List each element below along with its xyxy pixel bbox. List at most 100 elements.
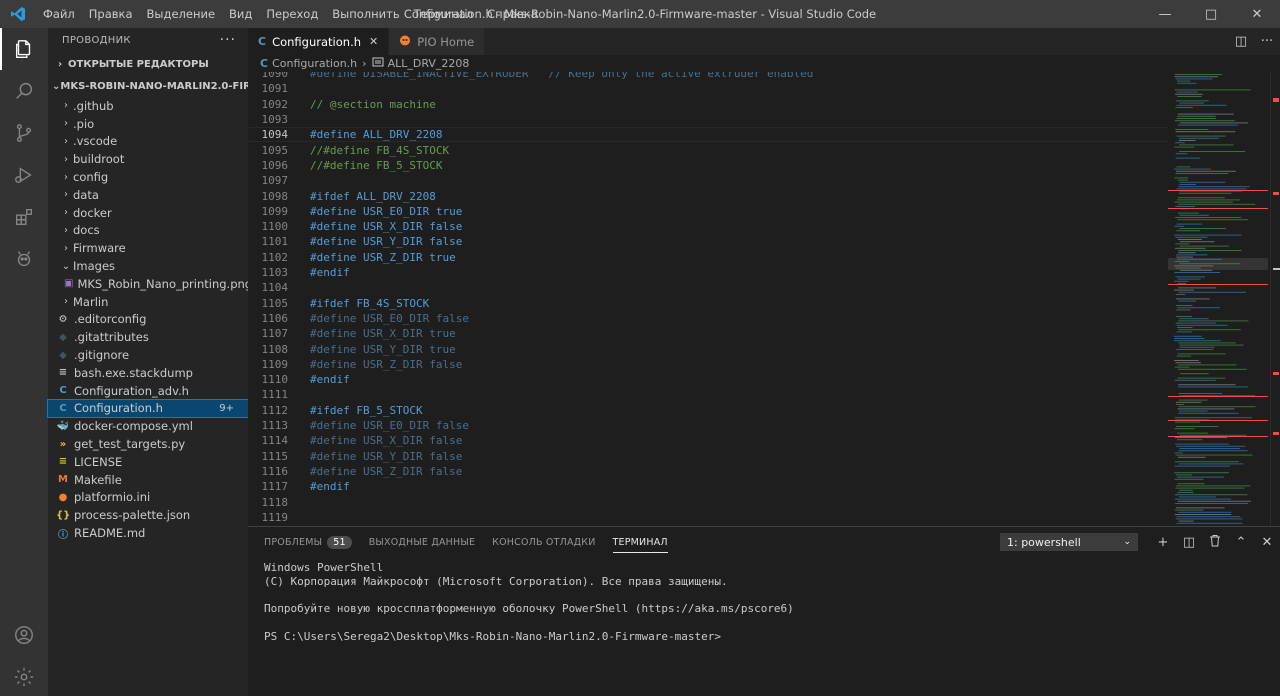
tree-item[interactable]: › docker bbox=[48, 204, 248, 222]
code-line[interactable]: 1118 bbox=[248, 494, 1168, 509]
chevron-right-icon: › bbox=[64, 153, 68, 165]
code-line[interactable]: 1117 #endif bbox=[248, 479, 1168, 494]
code-line[interactable]: 1119 bbox=[248, 510, 1168, 525]
new-terminal-icon[interactable]: + bbox=[1150, 535, 1176, 550]
code-line[interactable]: 1099 #define USR_E0_DIR true bbox=[248, 204, 1168, 219]
tree-item[interactable]: › config bbox=[48, 168, 248, 186]
close-window-icon[interactable]: ✕ bbox=[1234, 0, 1280, 28]
breadcrumb-symbol[interactable]: ALL_DRV_2208 bbox=[388, 57, 470, 70]
tab-pio-home[interactable]: PIO Home bbox=[389, 28, 486, 55]
code-line[interactable]: 1111 bbox=[248, 387, 1168, 402]
search-icon[interactable] bbox=[0, 70, 48, 112]
menu-item[interactable]: Переход bbox=[259, 0, 325, 28]
tree-item[interactable]: » get_test_targets.py bbox=[48, 435, 248, 453]
explorer-icon[interactable] bbox=[0, 28, 48, 70]
more-actions-icon[interactable]: ··· bbox=[220, 32, 236, 48]
extensions-icon[interactable] bbox=[0, 196, 48, 238]
code-line[interactable]: 1090 #define DISABLE_INACTIVE_EXTRUDER //… bbox=[248, 72, 1168, 81]
split-terminal-icon[interactable]: ◫ bbox=[1176, 535, 1202, 550]
code-line[interactable]: 1091 bbox=[248, 81, 1168, 96]
maximize-icon[interactable]: □ bbox=[1188, 0, 1234, 28]
tree-item[interactable]: ⌄ Images bbox=[48, 257, 248, 275]
code-line[interactable]: 1113 #define USR_E0_DIR false bbox=[248, 418, 1168, 433]
tree-item[interactable]: C Configuration_adv.h bbox=[48, 382, 248, 400]
tree-item[interactable]: ◆ .gitignore bbox=[48, 346, 248, 364]
tree-item[interactable]: ▣ MKS_Robin_Nano_printing.png bbox=[48, 275, 252, 293]
source-control-icon[interactable] bbox=[0, 112, 48, 154]
breadcrumb-file[interactable]: Configuration.h bbox=[272, 57, 357, 70]
terminal-output[interactable]: Windows PowerShell (C) Корпорация Майкрос… bbox=[264, 561, 794, 644]
tree-item[interactable]: C Configuration.h 9+ bbox=[47, 398, 249, 419]
tree-item[interactable]: ◆ .gitattributes bbox=[48, 328, 248, 346]
code-line[interactable]: 1095 //#define FB_4S_STOCK bbox=[248, 143, 1168, 158]
tab-terminal[interactable]: ТЕРМИНАЛ bbox=[612, 527, 668, 557]
menu-item[interactable]: Терминал bbox=[407, 0, 480, 28]
tree-item[interactable]: ⚙ .editorconfig bbox=[48, 311, 248, 329]
tree-item[interactable]: › .vscode bbox=[48, 133, 248, 151]
code-line[interactable]: 1093 bbox=[248, 112, 1168, 127]
code-line[interactable]: 1105 #ifdef FB_4S_STOCK bbox=[248, 296, 1168, 311]
tab-output[interactable]: ВЫХОДНЫЕ ДАННЫЕ bbox=[369, 527, 475, 557]
tree-item[interactable]: M Makefile bbox=[48, 471, 248, 489]
code-line[interactable]: 1114 #define USR_X_DIR false bbox=[248, 433, 1168, 448]
code-line[interactable]: 1108 #define USR_Y_DIR true bbox=[248, 341, 1168, 356]
menu-item[interactable]: Правка bbox=[82, 0, 140, 28]
code-line[interactable]: 1115 #define USR_Y_DIR false bbox=[248, 449, 1168, 464]
minimap[interactable] bbox=[1168, 72, 1268, 526]
tree-item[interactable]: {} process-palette.json bbox=[48, 506, 248, 524]
account-icon[interactable] bbox=[0, 614, 48, 656]
tree-item[interactable]: ⓘ README.md bbox=[48, 524, 248, 542]
code-line[interactable]: 1110 #endif bbox=[248, 372, 1168, 387]
code-line[interactable]: 1094 #define ALL_DRV_2208 bbox=[248, 127, 1168, 143]
settings-gear-icon[interactable] bbox=[0, 656, 48, 696]
menu-item[interactable]: Вид bbox=[222, 0, 259, 28]
code-editor[interactable]: 1090 #define DISABLE_INACTIVE_EXTRUDER //… bbox=[248, 72, 1280, 526]
tab-configuration-h[interactable]: C Configuration.h ✕ bbox=[248, 28, 390, 55]
code-line[interactable]: 1101 #define USR_Y_DIR false bbox=[248, 234, 1168, 249]
code-line[interactable]: 1104 bbox=[248, 280, 1168, 295]
code-line[interactable]: 1100 #define USR_X_DIR false bbox=[248, 219, 1168, 234]
terminal-select[interactable]: 1: powershell ⌄ bbox=[1000, 533, 1138, 551]
code-line[interactable]: 1102 #define USR_Z_DIR true bbox=[248, 250, 1168, 265]
code-line[interactable]: 1097 bbox=[248, 173, 1168, 188]
minimize-icon[interactable]: — bbox=[1142, 0, 1188, 28]
code-line[interactable]: 1107 #define USR_X_DIR true bbox=[248, 326, 1168, 341]
code-line[interactable]: 1098 #ifdef ALL_DRV_2208 bbox=[248, 188, 1168, 203]
tree-item[interactable]: › buildroot bbox=[48, 150, 248, 168]
close-panel-icon[interactable]: ✕ bbox=[1254, 535, 1280, 550]
tree-item[interactable]: ≡ LICENSE bbox=[48, 453, 248, 471]
editor-scrollbar[interactable] bbox=[1270, 72, 1280, 526]
tree-item[interactable]: › .pio bbox=[48, 115, 248, 133]
code-line[interactable]: 1106 #define USR_E0_DIR false bbox=[248, 311, 1168, 326]
tree-item[interactable]: › data bbox=[48, 186, 248, 204]
run-debug-icon[interactable] bbox=[0, 154, 48, 196]
tree-item[interactable]: ≡ bash.exe.stackdump bbox=[48, 364, 248, 382]
more-editor-actions-icon[interactable]: ··· bbox=[1254, 34, 1280, 49]
menu-item[interactable]: Выделение bbox=[140, 0, 223, 28]
project-section[interactable]: ⌄ MKS-ROBIN-NANO-MARLIN2.0-FIRMWARE-... bbox=[48, 75, 248, 97]
code-line[interactable]: 1092 // @section machine bbox=[248, 97, 1168, 112]
code-line[interactable]: 1116 #define USR_Z_DIR false bbox=[248, 464, 1168, 479]
tab-problems[interactable]: ПРОБЛЕМЫ 51 bbox=[264, 527, 352, 557]
menu-item[interactable]: Файл bbox=[36, 0, 82, 28]
tree-item[interactable]: 🐳 docker-compose.yml bbox=[48, 417, 248, 435]
tree-item[interactable]: › Marlin bbox=[48, 293, 248, 311]
trash-icon[interactable] bbox=[1202, 534, 1228, 551]
menu-item[interactable]: Выполнить bbox=[325, 0, 406, 28]
close-tab-icon[interactable]: ✕ bbox=[369, 35, 378, 48]
open-editors-section[interactable]: › ОТКРЫТЫЕ РЕДАКТОРЫ bbox=[48, 53, 248, 75]
tree-item[interactable]: › docs bbox=[48, 222, 248, 240]
code-line[interactable]: 1096 //#define FB_5_STOCK bbox=[248, 158, 1168, 173]
split-editor-icon[interactable]: ◫ bbox=[1228, 34, 1254, 49]
menu-item[interactable]: Справка bbox=[480, 0, 545, 28]
code-line[interactable]: 1109 #define USR_Z_DIR false bbox=[248, 357, 1168, 372]
tab-debug-console[interactable]: КОНСОЛЬ ОТЛАДКИ bbox=[492, 527, 595, 557]
code-line[interactable]: 1112 #ifdef FB_5_STOCK bbox=[248, 403, 1168, 418]
tree-item[interactable]: ● platformio.ini bbox=[48, 489, 248, 507]
code-line[interactable]: 1103 #endif bbox=[248, 265, 1168, 280]
platformio-icon[interactable] bbox=[0, 238, 48, 280]
tree-item[interactable]: › Firmware bbox=[48, 239, 248, 257]
code-text: #ifdef ALL_DRV_2208 bbox=[310, 189, 436, 203]
tree-item[interactable]: › .github bbox=[48, 97, 248, 115]
maximize-panel-icon[interactable]: ⌃ bbox=[1228, 535, 1254, 550]
